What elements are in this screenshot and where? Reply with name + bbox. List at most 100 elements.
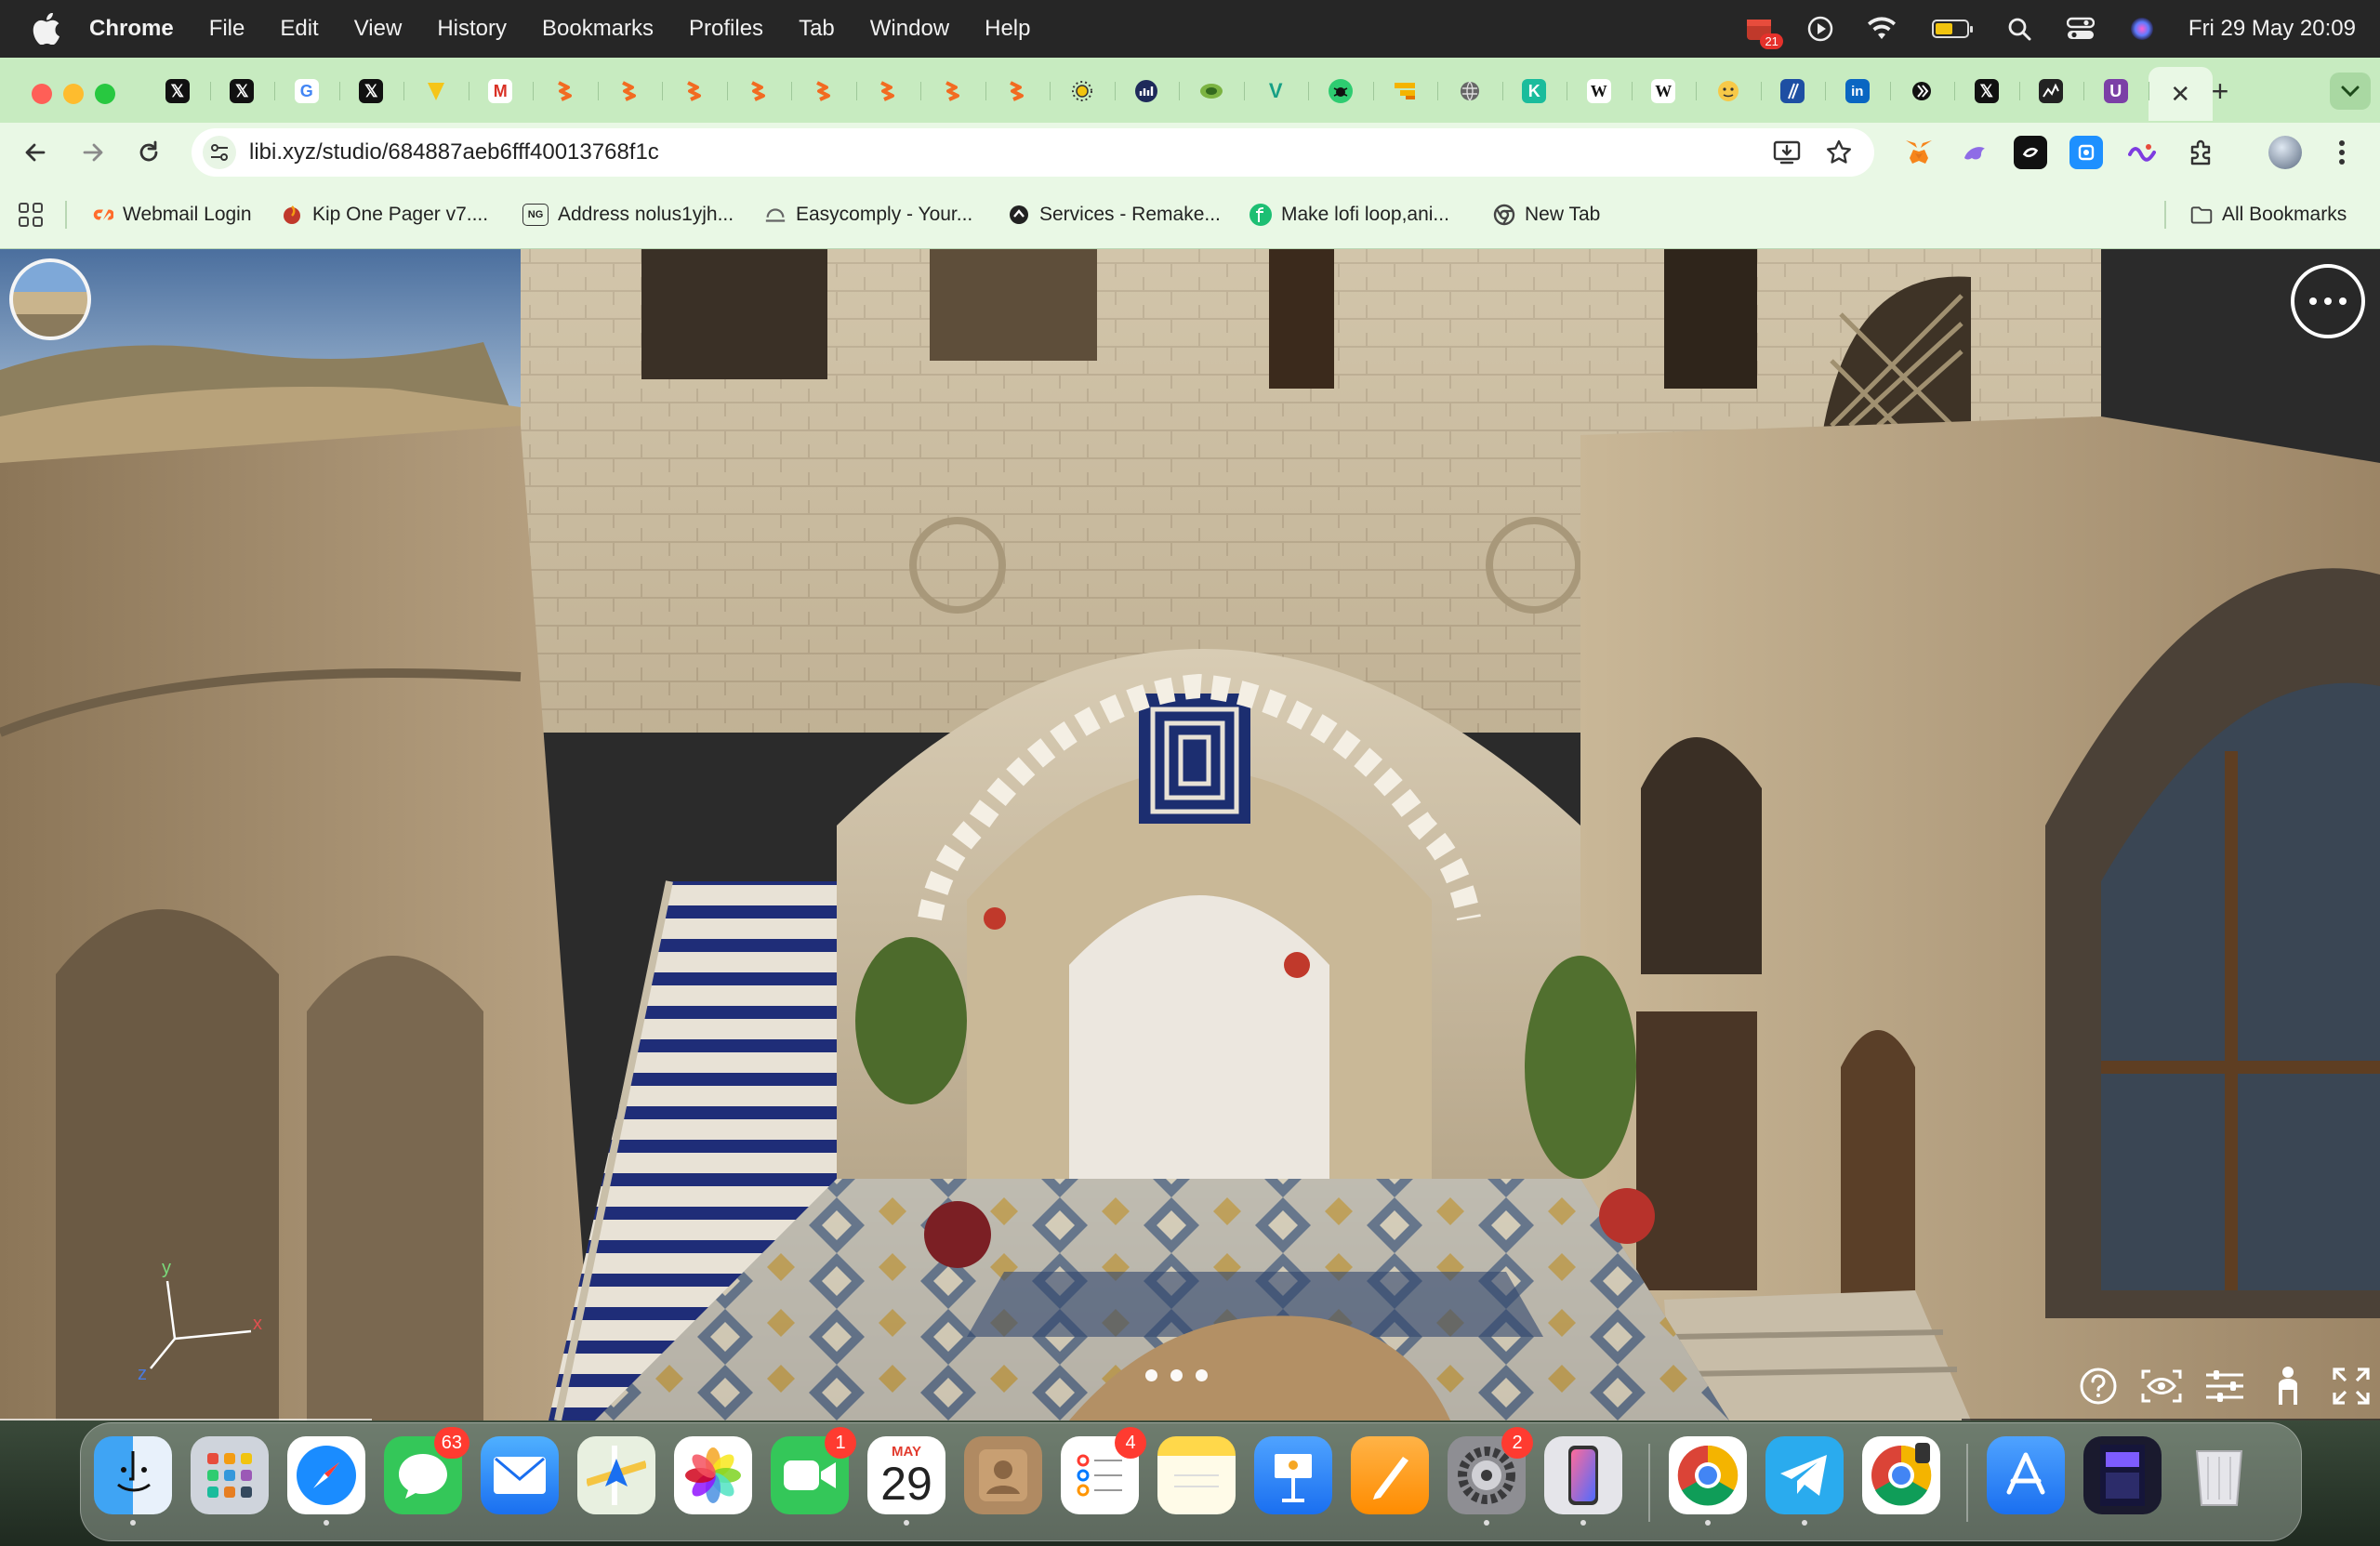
menu-view[interactable]: View bbox=[354, 16, 403, 42]
settings-sliders-button[interactable] bbox=[2203, 1365, 2246, 1407]
fullscreen-button[interactable] bbox=[2330, 1365, 2373, 1407]
dock-trash[interactable] bbox=[2180, 1436, 2258, 1514]
dock-chrome-profile[interactable] bbox=[1862, 1436, 1940, 1514]
tab-bug[interactable] bbox=[1308, 67, 1373, 115]
bookmark-new-tab[interactable]: New Tab bbox=[1493, 199, 1600, 231]
dock-safari[interactable] bbox=[287, 1436, 365, 1526]
bookmark-services-remake[interactable]: Services - Remake... bbox=[1008, 199, 1221, 231]
menu-profiles[interactable]: Profiles bbox=[689, 16, 763, 42]
profile-avatar[interactable] bbox=[2268, 136, 2302, 169]
dock-chrome[interactable] bbox=[1669, 1436, 1747, 1526]
tab-orange-6[interactable] bbox=[855, 67, 921, 115]
site-info-icon[interactable] bbox=[203, 136, 236, 169]
window-close-button[interactable] bbox=[32, 84, 52, 104]
tab-v[interactable]: V bbox=[1243, 67, 1309, 115]
tab-sun[interactable] bbox=[1050, 67, 1115, 115]
tab-gmail[interactable]: M bbox=[468, 67, 534, 115]
dock-notes[interactable] bbox=[1157, 1436, 1236, 1514]
dock-contacts[interactable] bbox=[964, 1436, 1042, 1514]
apple-icon[interactable] bbox=[30, 12, 63, 46]
tab-google[interactable]: G bbox=[274, 67, 339, 115]
bookmark-make-lofi-loop[interactable]: Make lofi loop,ani... bbox=[1250, 199, 1449, 231]
3d-scene-viewer[interactable]: y x z bbox=[0, 249, 2380, 1420]
window-minimize-button[interactable] bbox=[63, 84, 84, 104]
spotlight-search-icon[interactable] bbox=[2004, 14, 2034, 44]
tab-brand[interactable] bbox=[1889, 67, 1955, 115]
dock-iphone-mirroring[interactable] bbox=[1544, 1436, 1622, 1526]
wifi-icon[interactable] bbox=[1867, 14, 1897, 44]
tab-globe[interactable] bbox=[1437, 67, 1502, 115]
tab-wikipedia-2[interactable]: W bbox=[1631, 67, 1697, 115]
wave-extension-icon[interactable] bbox=[2125, 136, 2159, 169]
dock-keynote[interactable] bbox=[1254, 1436, 1332, 1514]
menu-help[interactable]: Help bbox=[985, 16, 1030, 42]
blue-extension-icon[interactable] bbox=[2069, 136, 2103, 169]
tab-chart[interactable] bbox=[1114, 67, 1180, 115]
menubar-clock[interactable]: Fri 29 May 20:09 bbox=[2188, 16, 2356, 42]
tab-x-2[interactable]: 𝕏 bbox=[209, 67, 275, 115]
tab-chart-dark[interactable] bbox=[2018, 67, 2084, 115]
dock-messages[interactable]: 63 bbox=[384, 1427, 469, 1514]
tab-search-button[interactable] bbox=[2330, 73, 2371, 110]
back-button[interactable] bbox=[17, 134, 54, 171]
tab-orange-5[interactable] bbox=[791, 67, 856, 115]
purple-extension-icon[interactable] bbox=[1958, 136, 1991, 169]
new-tab-button[interactable]: + bbox=[2202, 73, 2239, 110]
battery-icon[interactable] bbox=[1928, 14, 1973, 44]
pager-dot[interactable] bbox=[1196, 1369, 1208, 1381]
siri-icon[interactable] bbox=[2127, 14, 2157, 44]
tab-emoji[interactable] bbox=[1696, 67, 1761, 115]
tab-orange-1[interactable] bbox=[533, 67, 598, 115]
dock-mail[interactable] bbox=[481, 1436, 559, 1514]
tab-u[interactable]: U bbox=[2083, 67, 2149, 115]
menu-app-name[interactable]: Chrome bbox=[89, 16, 174, 42]
menu-file[interactable]: File bbox=[209, 16, 245, 42]
view-pager[interactable] bbox=[1145, 1369, 1208, 1381]
apps-grid-icon[interactable] bbox=[19, 203, 43, 227]
bookmark-star-icon[interactable] bbox=[1824, 138, 1854, 167]
menu-tab[interactable]: Tab bbox=[799, 16, 835, 42]
control-center-icon[interactable] bbox=[2066, 14, 2096, 44]
dock-telegram[interactable] bbox=[1765, 1436, 1844, 1526]
address-bar[interactable]: libi.xyz/studio/684887aeb6fff40013768f1c bbox=[192, 128, 1874, 177]
metamask-extension-icon[interactable] bbox=[1902, 136, 1936, 169]
walk-mode-button[interactable] bbox=[2267, 1365, 2309, 1407]
dock-system-settings[interactable]: 2 bbox=[1448, 1427, 1533, 1526]
menu-window[interactable]: Window bbox=[870, 16, 949, 42]
tab-blue-slash[interactable] bbox=[1760, 67, 1826, 115]
view-mode-button[interactable] bbox=[2140, 1365, 2183, 1407]
tab-k[interactable]: K bbox=[1501, 67, 1567, 115]
forward-button[interactable] bbox=[74, 134, 112, 171]
dock-finder[interactable] bbox=[94, 1436, 172, 1526]
tab-orange-7[interactable] bbox=[920, 67, 985, 115]
calendar-status-icon[interactable]: 21 bbox=[1744, 14, 1783, 49]
tab-x-4[interactable]: 𝕏 bbox=[1954, 67, 2019, 115]
menu-history[interactable]: History bbox=[437, 16, 507, 42]
dock-document[interactable] bbox=[2083, 1436, 2162, 1514]
bookmark-webmail-login[interactable]: Webmail Login bbox=[91, 199, 252, 231]
tab-wikipedia-1[interactable]: W bbox=[1567, 67, 1632, 115]
install-app-icon[interactable] bbox=[1772, 138, 1802, 167]
all-bookmarks-button[interactable]: All Bookmarks bbox=[2190, 199, 2347, 231]
dock-photos[interactable] bbox=[674, 1436, 752, 1514]
tab-yellow[interactable] bbox=[403, 67, 469, 115]
close-tab-icon[interactable]: ✕ bbox=[2170, 80, 2190, 109]
tab-orange-8[interactable] bbox=[985, 67, 1051, 115]
dark-extension-icon[interactable] bbox=[2014, 136, 2047, 169]
dock-launchpad[interactable] bbox=[191, 1436, 269, 1514]
dock-maps[interactable] bbox=[577, 1436, 655, 1514]
play-status-icon[interactable] bbox=[1805, 14, 1835, 44]
dock-facetime[interactable]: 1 bbox=[771, 1427, 856, 1514]
window-zoom-button[interactable] bbox=[95, 84, 115, 104]
browser-menu-button[interactable] bbox=[2328, 136, 2356, 169]
tab-x-1[interactable]: 𝕏 bbox=[145, 67, 210, 115]
scene-thumbnail[interactable] bbox=[9, 258, 91, 340]
reload-button[interactable] bbox=[130, 134, 167, 171]
dock-app-store[interactable] bbox=[1987, 1436, 2065, 1514]
dock-calendar[interactable]: MAY 29 bbox=[867, 1436, 945, 1526]
help-button[interactable] bbox=[2077, 1365, 2120, 1407]
pager-dot[interactable] bbox=[1145, 1369, 1157, 1381]
bookmark-kip-one-pager[interactable]: Kip One Pager v7.... bbox=[281, 199, 488, 231]
tab-x-3[interactable]: 𝕏 bbox=[338, 67, 404, 115]
tab-orange-3[interactable] bbox=[662, 67, 727, 115]
